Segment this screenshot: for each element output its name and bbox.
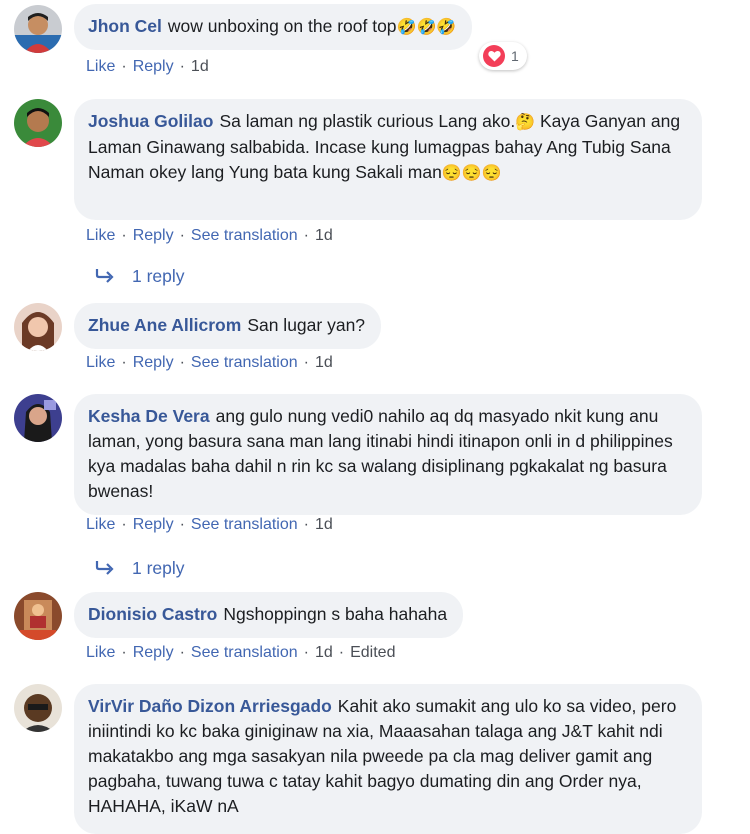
view-replies-link[interactable]: 1 reply — [94, 558, 185, 580]
reply-button[interactable]: Reply — [133, 516, 174, 533]
comment-text: Ngshoppingn s baha hahaha — [223, 604, 448, 624]
reply-arrow-icon — [94, 267, 116, 288]
avatar[interactable] — [14, 99, 62, 147]
reply-button[interactable]: Reply — [133, 227, 174, 244]
reaction-count: 1 — [511, 48, 519, 64]
laughing-emoji-icon: 🤣🤣🤣 — [396, 19, 457, 36]
comment-author[interactable]: Dionisio Castro — [88, 604, 217, 624]
see-translation-button[interactable]: See translation — [191, 354, 298, 371]
comment-time[interactable]: 1d — [315, 644, 333, 661]
comment-text: San lugar yan? — [247, 315, 366, 335]
comment-author[interactable]: Jhon Cel — [88, 16, 162, 36]
comment-time[interactable]: 1d — [315, 354, 333, 371]
comment-actions: Like · Reply · 1d — [86, 58, 209, 75]
comment-author[interactable]: VirVir Daño Dizon Arriesgado — [88, 696, 332, 716]
comment-time[interactable]: 1d — [191, 58, 209, 75]
comment-actions: Like · Reply · See translation · 1d — [86, 516, 333, 533]
see-translation-button[interactable]: See translation — [191, 516, 298, 533]
avatar[interactable] — [14, 303, 62, 351]
comment-actions: Like · Reply · See translation · 1d · Edited — [86, 644, 396, 661]
comment-actions: Like · Reply · See translation · 1d — [86, 227, 333, 244]
comment-author[interactable]: Zhue Ane Allicrom — [88, 315, 241, 335]
comment-bubble: Kesha De Vera ang gulo nung vedi0 nahilo … — [74, 394, 702, 515]
reaction-badge[interactable]: 1 — [479, 42, 527, 70]
like-button[interactable]: Like — [86, 354, 115, 371]
comment-bubble: Dionisio Castro Ngshoppingn s baha hahaha — [74, 592, 464, 638]
comment-bubble: Joshua Golilao Sa laman ng plastik curiou… — [74, 99, 702, 220]
see-translation-button[interactable]: See translation — [191, 644, 298, 661]
comment-actions: Like · Reply · See translation · 1d — [86, 354, 333, 371]
edited-label[interactable]: Edited — [350, 644, 395, 661]
comment-text: wow unboxing on the roof top — [167, 16, 397, 36]
comment-text: Sa laman ng plastik curious Lang ako. — [219, 111, 516, 131]
reply-button[interactable]: Reply — [133, 644, 174, 661]
comment-bubble: VirVir Daño Dizon Arriesgado Kahit ako su… — [74, 684, 702, 834]
like-button[interactable]: Like — [86, 516, 115, 533]
see-translation-button[interactable]: See translation — [191, 227, 298, 244]
like-button[interactable]: Like — [86, 58, 115, 75]
comment-bubble: Jhon Cel wow unboxing on the roof top🤣🤣🤣 — [74, 4, 473, 50]
comment-author[interactable]: Kesha De Vera — [88, 406, 210, 426]
comment-time[interactable]: 1d — [315, 516, 333, 533]
reply-button[interactable]: Reply — [133, 354, 174, 371]
reply-count[interactable]: 1 reply — [132, 558, 185, 578]
reply-count[interactable]: 1 reply — [132, 266, 185, 286]
view-replies-link[interactable]: 1 reply — [94, 266, 185, 288]
like-button[interactable]: Like — [86, 644, 115, 661]
thinking-emoji-icon: 🤔 — [515, 114, 536, 131]
avatar[interactable] — [14, 592, 62, 640]
avatar[interactable] — [14, 5, 62, 53]
comment-time[interactable]: 1d — [315, 227, 333, 244]
reply-button[interactable]: Reply — [133, 58, 174, 75]
avatar[interactable] — [14, 394, 62, 442]
reply-arrow-icon — [94, 559, 116, 580]
comment-bubble: Zhue Ane Allicrom San lugar yan? — [74, 303, 382, 349]
like-button[interactable]: Like — [86, 227, 115, 244]
pensive-emoji-icon: 😔😔😔 — [441, 165, 502, 182]
comment-author[interactable]: Joshua Golilao — [88, 111, 213, 131]
heart-icon — [483, 45, 505, 67]
avatar[interactable] — [14, 684, 62, 732]
